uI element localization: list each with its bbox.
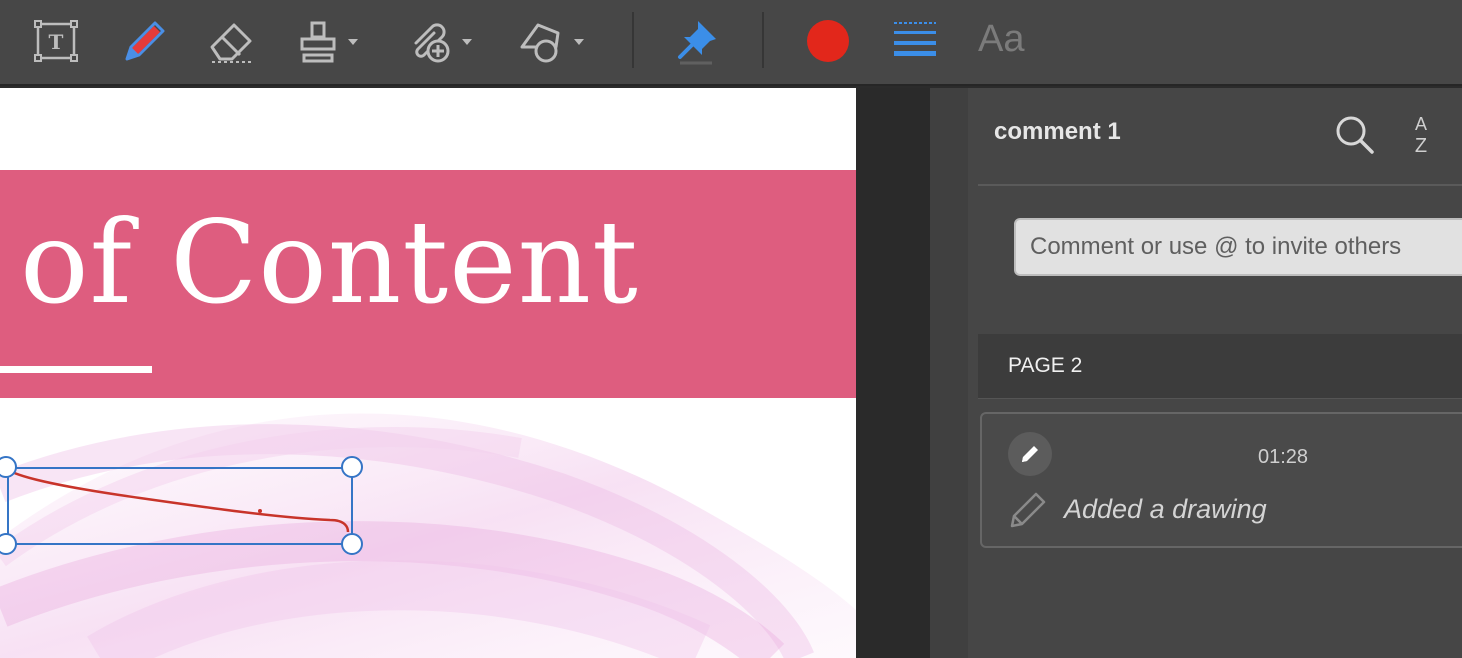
comment-input[interactable] [1014, 218, 1462, 276]
resize-handle-bottom-left[interactable] [0, 533, 17, 555]
search-icon[interactable] [1334, 114, 1376, 156]
toolbar-divider [632, 12, 634, 68]
page-title: of Content [20, 196, 639, 329]
comment-timestamp: 01:28 [1258, 446, 1309, 468]
sort-label-top: A [1415, 114, 1427, 134]
sort-label-bottom: Z [1415, 135, 1427, 157]
shapes-icon[interactable] [516, 17, 588, 65]
document-gutter [856, 88, 932, 658]
comments-panel: comment 1 A Z PAGE 2 01:28 A [968, 88, 1462, 658]
sort-az-icon[interactable]: A Z [1408, 112, 1434, 158]
author-avatar [1008, 432, 1052, 476]
resize-handle-top-left[interactable] [0, 456, 17, 478]
stamp-icon[interactable] [296, 17, 364, 65]
font-style-button[interactable]: Aa [978, 18, 1024, 61]
drawing-type-icon [1006, 486, 1050, 535]
color-picker[interactable] [804, 17, 852, 65]
attach-file-icon[interactable] [406, 17, 476, 65]
draw-pencil-icon[interactable] [118, 17, 170, 65]
line-thickness-icon[interactable] [890, 17, 940, 65]
resize-handle-top-right[interactable] [341, 456, 363, 478]
panel-divider [978, 184, 1462, 186]
comment-card[interactable]: 01:28 Added a drawing [980, 412, 1462, 548]
toolbar: T Aa [0, 0, 1462, 86]
eraser-icon[interactable] [206, 17, 260, 65]
add-text-box-icon[interactable]: T [32, 17, 80, 65]
document-page: of Content [0, 88, 856, 658]
resize-handle-bottom-right[interactable] [341, 533, 363, 555]
panel-collapse-strip[interactable] [930, 88, 969, 658]
page-group-label: PAGE 2 [1008, 354, 1083, 377]
pencil-icon [1022, 446, 1038, 462]
title-underline [0, 366, 152, 373]
svg-text:T: T [49, 30, 64, 54]
drawing-annotation[interactable] [0, 450, 370, 570]
comment-text: Added a drawing [1064, 494, 1267, 524]
toolbar-divider [762, 12, 764, 68]
page-group-header[interactable]: PAGE 2 [978, 334, 1462, 399]
comments-panel-title: comment 1 [994, 118, 1121, 145]
pin-note-icon[interactable] [672, 17, 724, 65]
